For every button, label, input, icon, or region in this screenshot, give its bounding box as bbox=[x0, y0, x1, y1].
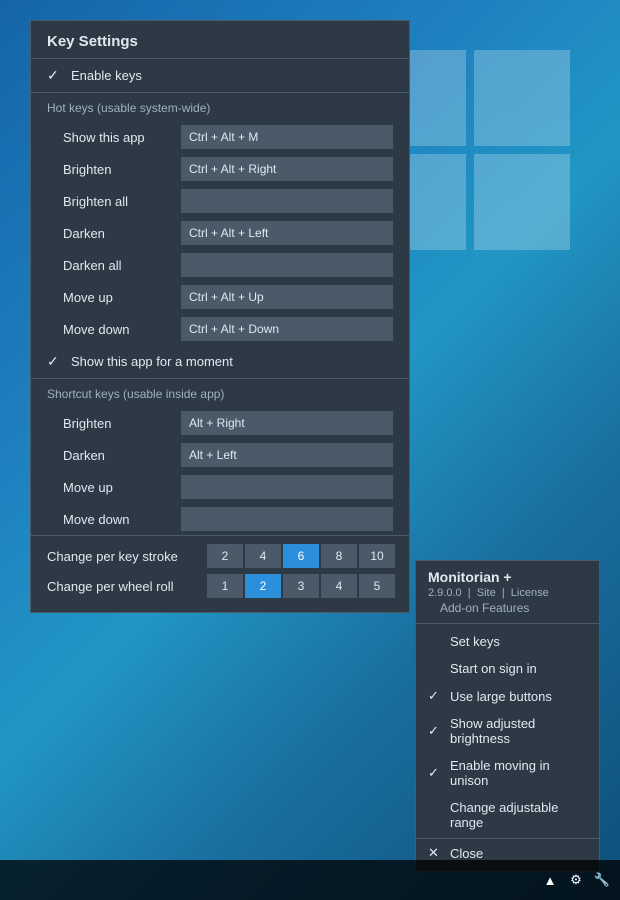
addon-item-moving-unison[interactable]: ✓ Enable moving in unison bbox=[416, 752, 599, 794]
wheel-step-2[interactable]: 2 bbox=[245, 574, 281, 598]
taskbar-chevron-icon[interactable]: ▲ bbox=[540, 870, 560, 890]
hotkey-row-move-down: Move down Ctrl + Alt + Down bbox=[31, 313, 409, 345]
shortcut-row-move-down: Move down bbox=[31, 503, 409, 535]
close-icon: ✕ bbox=[428, 845, 444, 861]
hotkey-label-darken-all: Darken all bbox=[63, 258, 173, 273]
hotkey-row-darken: Darken Ctrl + Alt + Left bbox=[31, 217, 409, 249]
enable-keys-check: ✓ bbox=[47, 67, 63, 84]
taskbar-tool-icon[interactable]: 🔧 bbox=[592, 870, 612, 890]
addon-check-moving-unison: ✓ bbox=[428, 765, 444, 781]
hotkey-label-move-down: Move down bbox=[63, 322, 173, 337]
show-moment-label: Show this app for a moment bbox=[71, 354, 233, 369]
shortcut-label-move-down: Move down bbox=[63, 512, 173, 527]
enable-keys-label: Enable keys bbox=[71, 68, 142, 83]
addon-check-show-brightness: ✓ bbox=[428, 723, 444, 739]
change-wheel-label: Change per wheel roll bbox=[47, 579, 207, 594]
addon-license-link[interactable]: License bbox=[511, 587, 549, 599]
key-step-2[interactable]: 2 bbox=[207, 544, 243, 568]
taskbar-settings-icon[interactable]: ⚙ bbox=[566, 870, 586, 890]
addon-label-adjustable-range: Change adjustable range bbox=[450, 800, 587, 830]
change-key-buttons: 2 4 6 8 10 bbox=[207, 544, 395, 568]
hotkey-row-show-app: Show this app Ctrl + Alt + M bbox=[31, 121, 409, 153]
shortcut-label-darken: Darken bbox=[63, 448, 173, 463]
change-section: Change per key stroke 2 4 6 8 10 Change … bbox=[31, 536, 409, 612]
hotkey-row-darken-all: Darken all bbox=[31, 249, 409, 281]
key-step-8[interactable]: 8 bbox=[321, 544, 357, 568]
hotkey-label-darken: Darken bbox=[63, 226, 173, 241]
addon-item-adjustable-range[interactable]: Change adjustable range bbox=[416, 794, 599, 836]
close-label: Close bbox=[450, 846, 483, 861]
shortcut-row-move-up: Move up bbox=[31, 471, 409, 503]
taskbar-system-tray: ▲ ⚙ 🔧 bbox=[540, 870, 612, 890]
key-step-4[interactable]: 4 bbox=[245, 544, 281, 568]
addon-label-start-sign-in: Start on sign in bbox=[450, 661, 537, 676]
show-moment-check: ✓ bbox=[47, 353, 63, 370]
change-key-row: Change per key stroke 2 4 6 8 10 bbox=[47, 544, 393, 568]
hotkey-input-move-up[interactable]: Ctrl + Alt + Up bbox=[181, 285, 393, 309]
hotkey-input-darken[interactable]: Ctrl + Alt + Left bbox=[181, 221, 393, 245]
key-step-10[interactable]: 10 bbox=[359, 544, 395, 568]
wheel-step-4[interactable]: 4 bbox=[321, 574, 357, 598]
addon-title: Monitorian + bbox=[428, 569, 587, 585]
shortcut-row-brighten: Brighten Alt + Right bbox=[31, 407, 409, 439]
addon-check-set-keys bbox=[428, 634, 444, 649]
shortcut-input-darken[interactable]: Alt + Left bbox=[181, 443, 393, 467]
enable-keys-row[interactable]: ✓ Enable keys bbox=[31, 59, 409, 92]
addon-item-show-brightness[interactable]: ✓ Show adjusted brightness bbox=[416, 710, 599, 752]
addon-version: 2.9.0.0 | Site | License bbox=[428, 587, 587, 599]
hotkey-input-darken-all[interactable] bbox=[181, 253, 393, 277]
hotkey-input-move-down[interactable]: Ctrl + Alt + Down bbox=[181, 317, 393, 341]
addon-version-number: 2.9.0.0 bbox=[428, 587, 462, 599]
key-step-6[interactable]: 6 bbox=[283, 544, 319, 568]
addon-item-set-keys[interactable]: Set keys bbox=[416, 628, 599, 655]
key-settings-panel: Key Settings ✓ Enable keys Hot keys (usa… bbox=[30, 20, 410, 613]
shortcut-keys-section-header: Shortcut keys (usable inside app) bbox=[31, 379, 409, 407]
hotkey-row-brighten: Brighten Ctrl + Alt + Right bbox=[31, 153, 409, 185]
hotkey-input-brighten[interactable]: Ctrl + Alt + Right bbox=[181, 157, 393, 181]
taskbar: ▲ ⚙ 🔧 bbox=[0, 860, 620, 900]
addon-label-moving-unison: Enable moving in unison bbox=[450, 758, 587, 788]
addon-features-label: Add-on Features bbox=[428, 599, 587, 619]
hotkey-row-brighten-all: Brighten all bbox=[31, 185, 409, 217]
show-moment-row[interactable]: ✓ Show this app for a moment bbox=[31, 345, 409, 378]
wheel-step-5[interactable]: 5 bbox=[359, 574, 395, 598]
change-wheel-buttons: 1 2 3 4 5 bbox=[207, 574, 395, 598]
addon-check-adjustable-range bbox=[428, 808, 444, 823]
hotkey-label-show-app: Show this app bbox=[63, 130, 173, 145]
hotkey-input-show-app[interactable]: Ctrl + Alt + M bbox=[181, 125, 393, 149]
shortcut-row-darken: Darken Alt + Left bbox=[31, 439, 409, 471]
hotkey-label-brighten: Brighten bbox=[63, 162, 173, 177]
shortcut-label-brighten: Brighten bbox=[63, 416, 173, 431]
addon-header: Monitorian + 2.9.0.0 | Site | License Ad… bbox=[416, 561, 599, 623]
addon-item-large-buttons[interactable]: ✓ Use large buttons bbox=[416, 682, 599, 710]
hotkey-row-move-up: Move up Ctrl + Alt + Up bbox=[31, 281, 409, 313]
addon-check-large-buttons: ✓ bbox=[428, 688, 444, 704]
addon-check-start-sign-in bbox=[428, 661, 444, 676]
hotkey-input-brighten-all[interactable] bbox=[181, 189, 393, 213]
wheel-step-3[interactable]: 3 bbox=[283, 574, 319, 598]
shortcut-input-brighten[interactable]: Alt + Right bbox=[181, 411, 393, 435]
addon-label-set-keys: Set keys bbox=[450, 634, 500, 649]
hotkey-label-move-up: Move up bbox=[63, 290, 173, 305]
shortcut-label-move-up: Move up bbox=[63, 480, 173, 495]
shortcut-input-move-up[interactable] bbox=[181, 475, 393, 499]
wheel-step-1[interactable]: 1 bbox=[207, 574, 243, 598]
addon-site-link[interactable]: Site bbox=[477, 587, 496, 599]
addon-label-show-brightness: Show adjusted brightness bbox=[450, 716, 587, 746]
panel-title: Key Settings bbox=[31, 21, 409, 59]
addon-label-large-buttons: Use large buttons bbox=[450, 689, 552, 704]
addon-item-start-sign-in[interactable]: Start on sign in bbox=[416, 655, 599, 682]
hotkey-label-brighten-all: Brighten all bbox=[63, 194, 173, 209]
shortcut-input-move-down[interactable] bbox=[181, 507, 393, 531]
addon-divider bbox=[416, 623, 599, 624]
change-key-label: Change per key stroke bbox=[47, 549, 207, 564]
hot-keys-section-header: Hot keys (usable system-wide) bbox=[31, 93, 409, 121]
addon-panel: Monitorian + 2.9.0.0 | Site | License Ad… bbox=[415, 560, 600, 872]
change-wheel-row: Change per wheel roll 1 2 3 4 5 bbox=[47, 574, 393, 598]
